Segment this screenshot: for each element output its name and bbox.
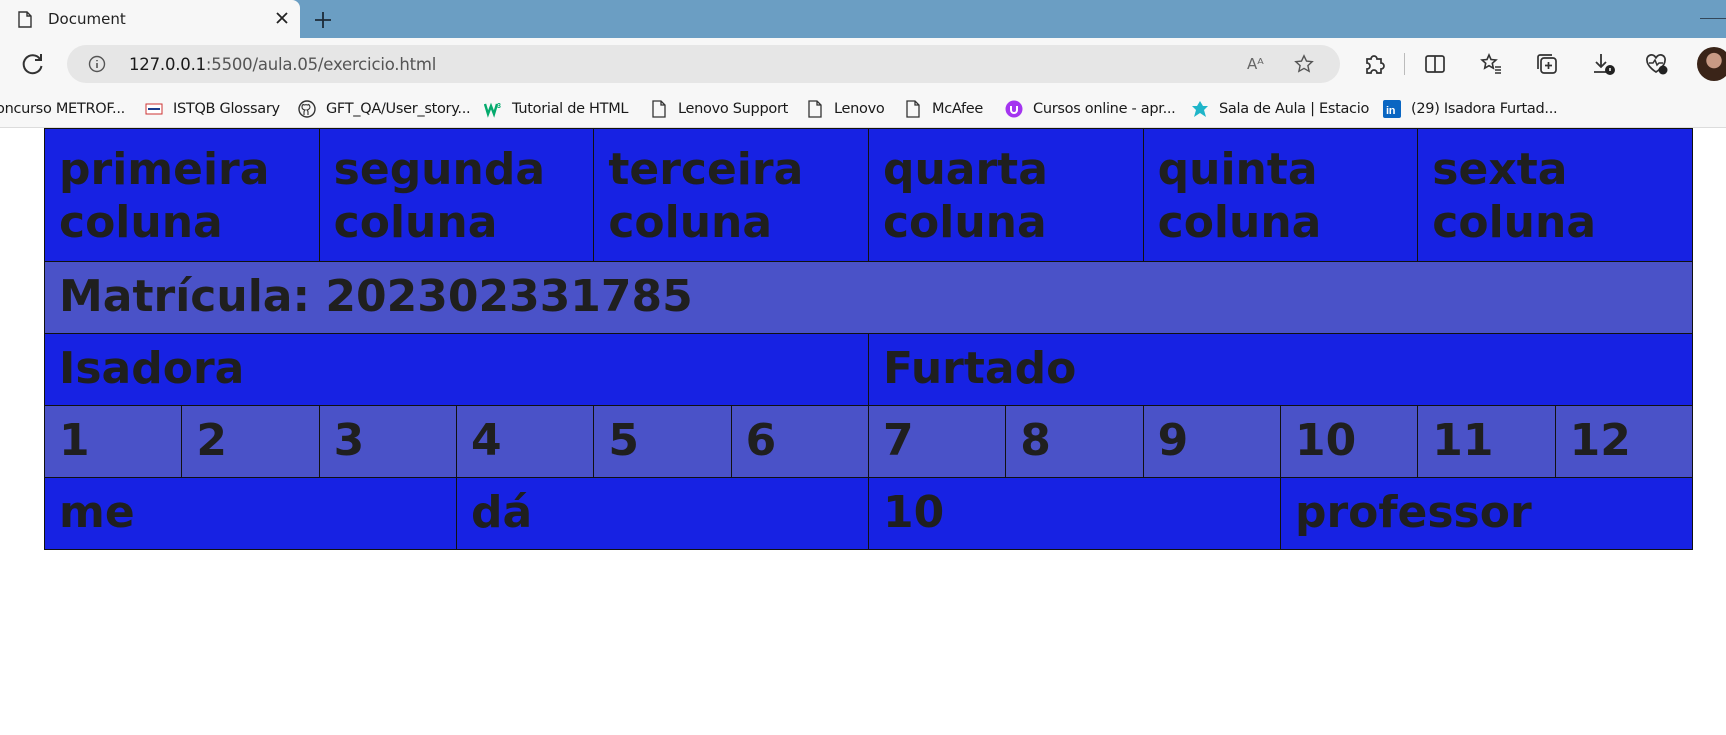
bookmark-item[interactable]: Sala de Aula | Estacio [1191, 90, 1369, 128]
toolbar: 127.0.0.1:5500/aula.05/exercicio.html Aᴬ [0, 38, 1726, 90]
new-tab-plus-icon[interactable] [312, 9, 334, 31]
browser-essentials-icon[interactable] [1643, 51, 1669, 77]
bookmark-item[interactable]: ISTQB Glossary [145, 90, 280, 128]
tab-document[interactable]: Document [0, 0, 300, 38]
bookmark-label: Lenovo [834, 101, 885, 117]
phrase-row: me dá 10 professor [44, 477, 1694, 550]
read-aloud-icon[interactable]: Aᴬ [1247, 55, 1264, 73]
info-icon[interactable] [88, 55, 106, 73]
header-cell: segunda coluna [318, 128, 595, 262]
matricula-row: Matrícula: 202302331785 [44, 261, 1693, 334]
star-icon[interactable] [1294, 54, 1314, 74]
page-icon [808, 100, 822, 118]
numbers-row: 1 2 3 4 5 6 7 8 9 10 11 12 [43, 405, 1694, 478]
header-row: primeira coluna segunda coluna terceira … [44, 128, 1693, 262]
bookmark-item[interactable]: Cursos online - apr... [1005, 90, 1176, 128]
bookmark-label: oncurso METROF... [0, 101, 125, 117]
exercise-table: primeira coluna segunda coluna terceira … [43, 128, 1694, 550]
last-name-cell: Furtado [867, 333, 1694, 406]
profile-avatar[interactable] [1697, 47, 1726, 81]
w3schools-icon: 3 [484, 102, 501, 118]
name-row: Isadora Furtado [44, 333, 1694, 406]
phrase-cell: me [44, 477, 457, 550]
bookmark-label: ISTQB Glossary [173, 101, 280, 117]
number-cell: 9 [1142, 405, 1281, 478]
page-viewport: primeira coluna segunda coluna terceira … [0, 128, 1726, 735]
minimize-icon[interactable] [1700, 18, 1726, 19]
bookmark-label: (29) Isadora Furtad... [1411, 101, 1558, 117]
linkedin-icon: in [1383, 100, 1401, 118]
matricula-cell: Matrícula: 202302331785 [44, 261, 1693, 334]
github-icon [298, 100, 316, 118]
header-cell: terceira coluna [593, 128, 869, 262]
number-cell: 11 [1417, 405, 1556, 478]
bookmarks-bar: oncurso METROF... ISTQB Glossary GFT_QA/… [0, 90, 1726, 128]
bookmark-item[interactable]: oncurso METROF... [0, 90, 125, 128]
header-cell: quinta coluna [1142, 128, 1419, 262]
bookmark-item[interactable]: 3 Tutorial de HTML [484, 90, 629, 128]
number-cell: 4 [455, 405, 595, 478]
tab-title: Document [48, 10, 126, 28]
url-host: 127.0.0.1 [129, 55, 206, 74]
url-path: :5500/aula.05/exercicio.html [205, 55, 437, 74]
split-screen-icon[interactable] [1422, 51, 1448, 77]
header-cell: quarta coluna [867, 128, 1144, 262]
close-icon[interactable] [273, 9, 291, 27]
address-bar[interactable]: 127.0.0.1:5500/aula.05/exercicio.html Aᴬ [67, 45, 1340, 83]
udemy-icon [1005, 100, 1023, 118]
header-cell: sexta coluna [1417, 128, 1693, 262]
collections-icon[interactable] [1534, 51, 1560, 77]
bookmark-label: Lenovo Support [678, 101, 788, 117]
bookmark-item[interactable]: GFT_QA/User_story... [298, 90, 471, 128]
svg-text:in: in [1386, 105, 1396, 117]
bookmark-item[interactable]: McAfee [904, 90, 983, 128]
number-cell: 6 [730, 405, 869, 478]
phrase-cell: dá [455, 477, 869, 550]
first-name-cell: Isadora [44, 333, 869, 406]
reload-icon[interactable] [20, 51, 46, 77]
phrase-cell: professor [1279, 477, 1694, 550]
number-cell: 1 [43, 405, 183, 478]
bookmark-label: GFT_QA/User_story... [326, 101, 471, 117]
toolbar-divider [1404, 53, 1405, 75]
number-cell: 5 [593, 405, 732, 478]
phrase-cell: 10 [867, 477, 1281, 550]
header-cell: primeira coluna [44, 128, 320, 262]
bookmark-item[interactable]: in (29) Isadora Furtad... [1383, 90, 1558, 128]
number-cell: 10 [1279, 405, 1419, 478]
page-icon [906, 100, 920, 118]
bookmark-item[interactable]: Lenovo [806, 90, 885, 128]
url-text[interactable]: 127.0.0.1:5500/aula.05/exercicio.html [129, 55, 436, 74]
bookmark-label: Tutorial de HTML [512, 101, 629, 117]
bookmark-label: Sala de Aula | Estacio [1219, 101, 1370, 117]
extensions-icon[interactable] [1361, 51, 1387, 77]
number-cell: 2 [181, 405, 320, 478]
number-cell: 7 [867, 405, 1007, 478]
svg-text:3: 3 [497, 103, 501, 110]
downloads-icon[interactable] [1590, 51, 1616, 77]
number-cell: 8 [1005, 405, 1144, 478]
page-icon [18, 11, 32, 28]
tab-strip: Document [0, 0, 1726, 38]
favorites-icon[interactable] [1478, 51, 1504, 77]
bookmark-label: McAfee [932, 101, 984, 117]
bookmark-label: Cursos online - apr... [1033, 101, 1176, 117]
number-cell: 12 [1554, 405, 1694, 478]
istqb-icon [145, 103, 163, 115]
page-icon [652, 100, 666, 118]
estacio-icon [1192, 101, 1208, 117]
bookmark-item[interactable]: Lenovo Support [650, 90, 788, 128]
number-cell: 3 [318, 405, 457, 478]
